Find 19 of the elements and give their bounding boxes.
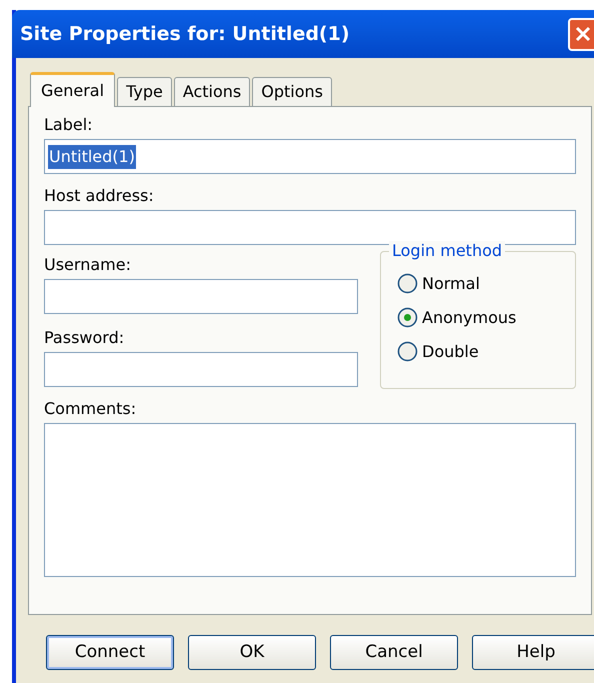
- dialog-button[interactable]: OK: [188, 635, 316, 670]
- field-label: Comments:: [44, 399, 136, 419]
- group-title: Login method: [389, 241, 506, 261]
- radio-option[interactable]: Anonymous: [397, 306, 516, 329]
- field-label: Password:: [44, 328, 124, 348]
- dialog-button[interactable]: Help: [472, 635, 594, 670]
- window-title: Site Properties for: Untitled(1): [20, 22, 350, 47]
- dialog-button[interactable]: Cancel: [330, 635, 458, 670]
- field-label: Label:: [44, 115, 93, 135]
- tab[interactable]: Options: [252, 77, 332, 107]
- radio-option[interactable]: Double: [397, 340, 479, 363]
- tab[interactable]: Actions: [174, 77, 250, 107]
- tab[interactable]: Type: [117, 77, 172, 107]
- field-label: Host address:: [44, 186, 154, 206]
- tab[interactable]: General: [30, 72, 116, 107]
- radio-option[interactable]: Normal: [397, 272, 480, 295]
- dialog-button[interactable]: Connect: [46, 635, 174, 670]
- input-field[interactable]: Untitled(1): [44, 139, 576, 174]
- field-label: Username:: [44, 255, 131, 275]
